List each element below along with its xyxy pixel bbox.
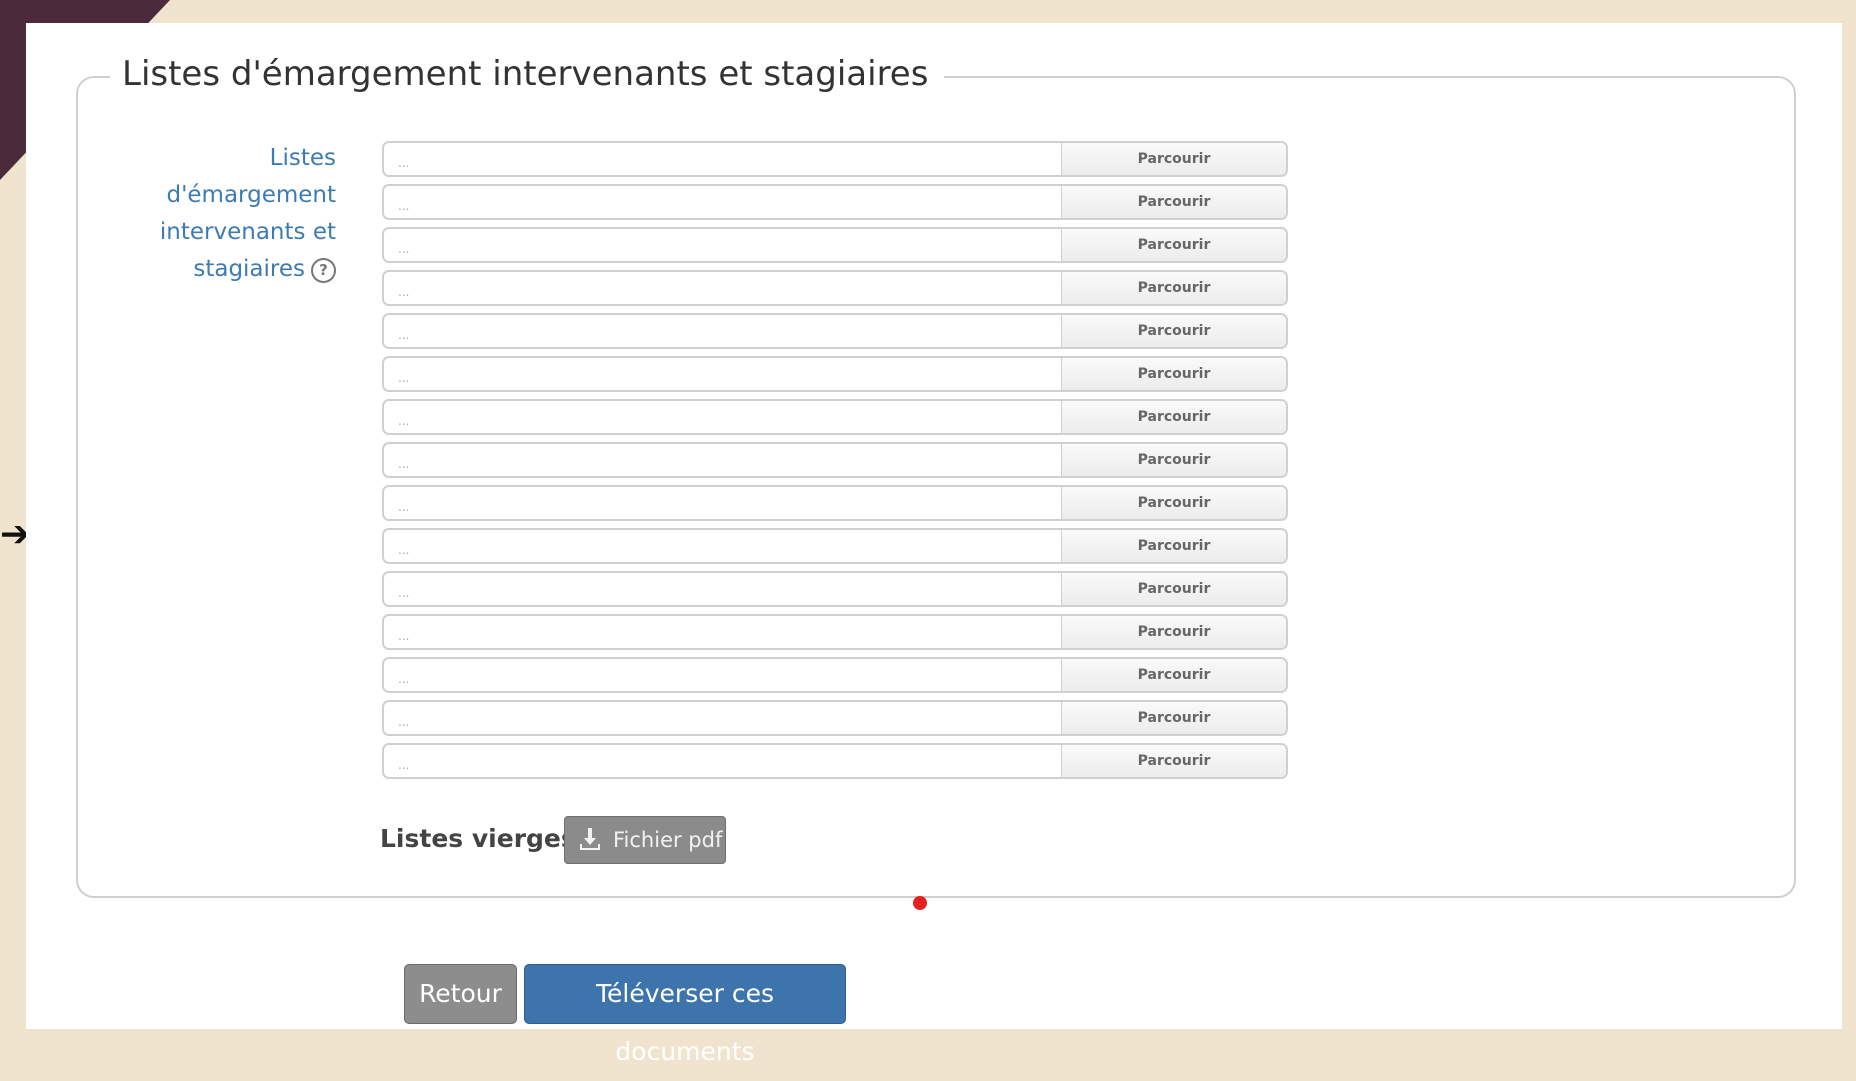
file-input-row[interactable]: ... Parcourir (382, 313, 1288, 349)
field-label-line-2: intervenants et (159, 219, 336, 245)
file-name-field[interactable]: ... (384, 229, 1062, 261)
file-name-field[interactable]: ... (384, 143, 1062, 175)
file-name-field[interactable]: ... (384, 616, 1062, 648)
field-label-line-3: stagiaires (193, 256, 305, 282)
download-pdf-button[interactable]: Fichier pdf (564, 816, 726, 864)
browse-button[interactable]: Parcourir (1062, 315, 1286, 347)
file-name-field[interactable]: ... (384, 444, 1062, 476)
file-name-field[interactable]: ... (384, 745, 1062, 777)
browse-button[interactable]: Parcourir (1062, 745, 1286, 777)
red-marker-dot (913, 896, 927, 910)
browse-button[interactable]: Parcourir (1062, 229, 1286, 261)
browse-button[interactable]: Parcourir (1062, 444, 1286, 476)
file-input-row[interactable]: ... Parcourir (382, 184, 1288, 220)
file-name-field[interactable]: ... (384, 272, 1062, 304)
file-name-field[interactable]: ... (384, 573, 1062, 605)
browse-button[interactable]: Parcourir (1062, 487, 1286, 519)
file-input-row[interactable]: ... Parcourir (382, 227, 1288, 263)
upload-documents-button[interactable]: Téléverser ces documents (524, 964, 846, 1066)
browse-button[interactable]: Parcourir (1062, 616, 1286, 648)
file-name-field[interactable]: ... (384, 315, 1062, 347)
browse-button[interactable]: Parcourir (1062, 186, 1286, 218)
file-input-row[interactable]: ... Parcourir (382, 270, 1288, 306)
file-input-row[interactable]: ... Parcourir (382, 700, 1288, 736)
field-label: Listes d'émargement intervenants et stag… (100, 140, 336, 288)
browse-button[interactable]: Parcourir (1062, 401, 1286, 433)
file-input-row[interactable]: ... Parcourir (382, 743, 1288, 779)
download-icon (580, 828, 600, 850)
file-input-row[interactable]: ... Parcourir (382, 356, 1288, 392)
fieldset-legend: Listes d'émargement intervenants et stag… (110, 52, 945, 96)
file-input-row[interactable]: ... Parcourir (382, 442, 1288, 478)
file-name-field[interactable]: ... (384, 530, 1062, 562)
file-name-field[interactable]: ... (384, 487, 1062, 519)
back-button[interactable]: Retour (404, 964, 517, 1024)
file-name-field[interactable]: ... (384, 659, 1062, 691)
file-name-field[interactable]: ... (384, 358, 1062, 390)
file-name-field[interactable]: ... (384, 186, 1062, 218)
question-circle-icon[interactable]: ? (311, 258, 336, 283)
file-input-row[interactable]: ... Parcourir (382, 571, 1288, 607)
download-pdf-label: Fichier pdf (613, 828, 723, 852)
field-label-line-1: Listes d'émargement (166, 145, 336, 208)
file-input-row[interactable]: ... Parcourir (382, 657, 1288, 693)
browse-button[interactable]: Parcourir (1062, 702, 1286, 734)
file-name-field[interactable]: ... (384, 401, 1062, 433)
browse-button[interactable]: Parcourir (1062, 573, 1286, 605)
file-input-row[interactable]: ... Parcourir (382, 141, 1288, 177)
browse-button[interactable]: Parcourir (1062, 659, 1286, 691)
file-name-field[interactable]: ... (384, 702, 1062, 734)
blank-lists-label: Listes vierges : (380, 824, 595, 853)
browse-button[interactable]: Parcourir (1062, 358, 1286, 390)
file-input-row[interactable]: ... Parcourir (382, 485, 1288, 521)
file-input-row[interactable]: ... Parcourir (382, 528, 1288, 564)
file-input-row[interactable]: ... Parcourir (382, 614, 1288, 650)
browse-button[interactable]: Parcourir (1062, 530, 1286, 562)
browse-button[interactable]: Parcourir (1062, 272, 1286, 304)
file-input-row[interactable]: ... Parcourir (382, 399, 1288, 435)
browse-button[interactable]: Parcourir (1062, 143, 1286, 175)
